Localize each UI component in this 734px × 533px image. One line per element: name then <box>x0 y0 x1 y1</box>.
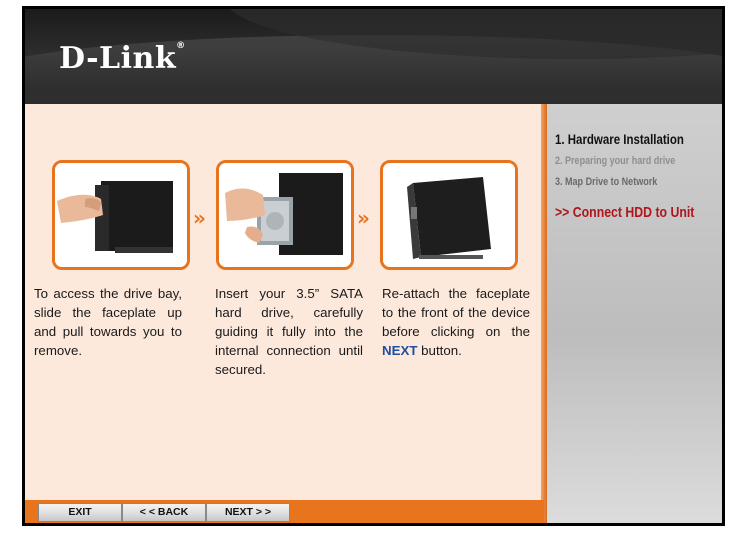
sidebar-item-map-drive: 3. Map Drive to Network <box>555 176 658 188</box>
step-arrow: » <box>357 206 370 230</box>
progress-sidebar: 1. Hardware Installation 2. Preparing yo… <box>547 104 722 523</box>
button-bar: EXIT < < BACK NEXT > > <box>25 500 544 523</box>
sidebar-item-preparing-hard-drive: 2. Preparing your hard drive <box>555 155 676 167</box>
dlink-logo: D-Link® <box>59 41 186 76</box>
window-frame: D-Link® » » To access the drive bay, sli… <box>22 6 725 526</box>
next-button[interactable]: NEXT > > <box>206 503 290 522</box>
step-3-description: Re-attach the faceplate to the front of … <box>382 286 530 358</box>
instruction-panel: » » To access the drive bay, slide the f… <box>25 104 544 500</box>
step-3-photo <box>380 160 518 270</box>
step-1-photo <box>52 160 190 270</box>
next-keyword: NEXT <box>382 343 418 358</box>
step-arrow: » <box>193 206 206 230</box>
back-button[interactable]: < < BACK <box>122 503 206 522</box>
header-banner: D-Link® <box>25 9 722 104</box>
step-2-description: Insert your 3.5” SATA hard drive, carefu… <box>215 286 363 377</box>
step-2-photo <box>216 160 354 270</box>
sidebar-item-connect-hdd: >> Connect HDD to Unit <box>555 204 695 221</box>
exit-button[interactable]: EXIT <box>38 503 122 522</box>
step-1-description: To access the drive bay, slide the facep… <box>34 286 182 358</box>
sidebar-item-hardware-installation: 1. Hardware Installation <box>555 131 684 147</box>
